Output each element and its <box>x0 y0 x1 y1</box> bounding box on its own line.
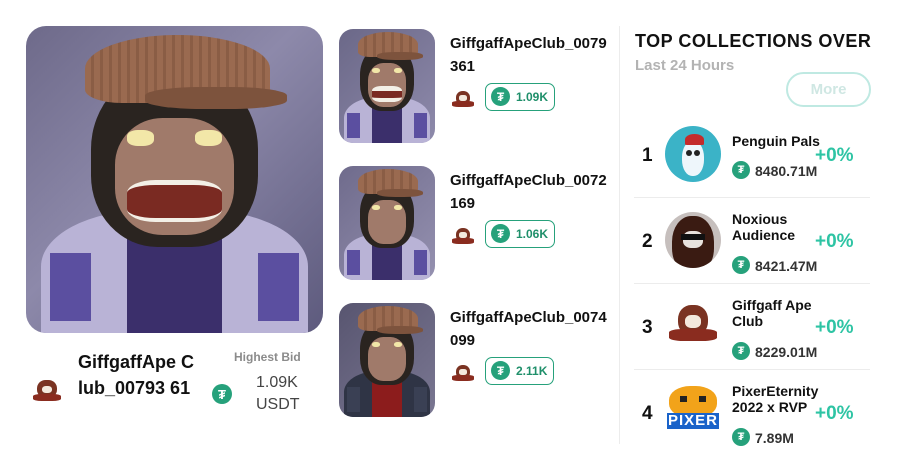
collection-change: +0% <box>815 403 854 424</box>
collection-avatar[interactable]: PIXER <box>665 384 721 440</box>
collection-rank: 3 <box>642 317 653 338</box>
featured-nft-name[interactable]: GiffgaffApe Club_00793 61 <box>78 349 198 401</box>
collection-row[interactable]: 1 Penguin Pals ₮ 8480.71M +0% <box>634 112 870 198</box>
featured-nft-image[interactable] <box>26 26 323 333</box>
collection-avatar[interactable] <box>665 126 721 182</box>
nft-price-value: 2.11K <box>516 364 548 378</box>
collection-rank: 1 <box>642 145 653 166</box>
more-button[interactable]: More <box>786 72 871 107</box>
nft-list-item[interactable]: GiffgaffApeClub_0079361 ₮ 1.09K <box>339 29 609 143</box>
highest-bid-currency: USDT <box>256 396 300 413</box>
collection-rank: 2 <box>642 231 653 252</box>
section-divider <box>619 26 620 444</box>
nft-price-value: 1.06K <box>516 227 549 241</box>
usdt-icon: ₮ <box>732 342 750 360</box>
collection-avatar[interactable] <box>665 212 721 268</box>
collection-row[interactable]: 3 Giffgaff Ape Club ₮ 8229.01M +0% <box>634 284 870 370</box>
collection-rank: 4 <box>642 403 653 424</box>
nft-list-item[interactable]: GiffgaffApeClub_0074099 ₮ 2.11K <box>339 303 609 417</box>
collection-volume: 7.89M <box>755 430 794 446</box>
collection-change: +0% <box>815 145 854 166</box>
collection-row[interactable]: 4 PIXER PixerEternity 2022 x RVP ₮ 7.89M… <box>634 370 870 456</box>
nft-name[interactable]: GiffgaffApeClub_0072169 <box>450 169 610 215</box>
highest-bid-label: Highest Bid <box>234 350 301 364</box>
collection-avatar[interactable] <box>665 298 721 354</box>
nft-list-item[interactable]: GiffgaffApeClub_0072169 ₮ 1.06K <box>339 166 609 280</box>
usdt-icon: ₮ <box>212 384 232 404</box>
nft-thumbnail[interactable] <box>339 29 435 143</box>
collection-logo-icon <box>450 223 476 249</box>
collection-logo-icon <box>450 86 476 112</box>
top-collections-timeframe: Last 24 Hours <box>635 57 735 74</box>
nft-price-badge: ₮ 1.09K <box>485 83 556 111</box>
collection-volume: 8480.71M <box>755 163 818 179</box>
usdt-icon: ₮ <box>732 161 750 179</box>
nft-price-badge: ₮ 1.06K <box>485 220 556 248</box>
usdt-icon: ₮ <box>491 361 510 380</box>
usdt-icon: ₮ <box>732 428 750 446</box>
usdt-icon: ₮ <box>491 224 510 243</box>
usdt-icon: ₮ <box>491 87 510 106</box>
collection-change: +0% <box>815 317 854 338</box>
highest-bid-value: 1.09K <box>256 374 298 391</box>
collection-logo-icon <box>450 360 476 386</box>
nft-name[interactable]: GiffgaffApeClub_0074099 <box>450 306 610 352</box>
collection-volume: 8229.01M <box>755 344 818 360</box>
top-collections-title: TOP COLLECTIONS OVER <box>635 31 872 51</box>
collection-logo-icon[interactable] <box>30 374 64 408</box>
nft-price-badge: ₮ 2.11K <box>485 357 555 385</box>
collection-row[interactable]: 2 Noxious Audience ₮ 8421.47M +0% <box>634 198 870 284</box>
nft-name[interactable]: GiffgaffApeClub_0079361 <box>450 32 610 78</box>
collection-volume: 8421.47M <box>755 258 818 274</box>
nft-thumbnail[interactable] <box>339 166 435 280</box>
collection-change: +0% <box>815 231 854 252</box>
usdt-icon: ₮ <box>732 256 750 274</box>
nft-thumbnail[interactable] <box>339 303 435 417</box>
nft-price-value: 1.09K <box>516 90 549 104</box>
